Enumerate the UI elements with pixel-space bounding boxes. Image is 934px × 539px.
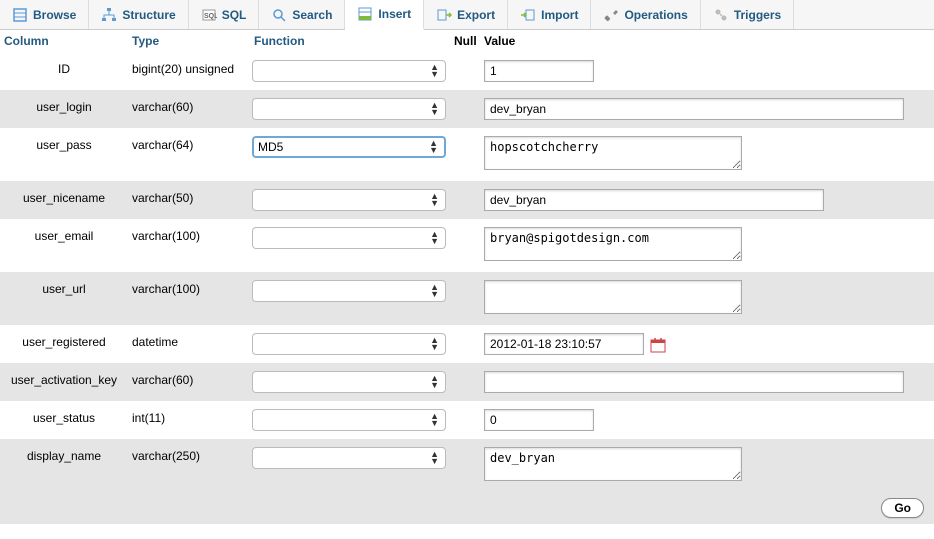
calendar-icon[interactable] bbox=[650, 337, 666, 353]
chevron-updown-icon: ▲▼ bbox=[430, 337, 439, 351]
header-type: Type bbox=[128, 30, 250, 52]
column-type: int(11) bbox=[128, 409, 250, 425]
column-type: varchar(60) bbox=[128, 98, 250, 114]
go-button[interactable]: Go bbox=[881, 498, 924, 518]
chevron-updown-icon: ▲▼ bbox=[430, 413, 439, 427]
tab-bar: Browse Structure SQL SQL Search Insert Export I… bbox=[0, 0, 934, 30]
chevron-updown-icon: ▲▼ bbox=[430, 102, 439, 116]
svg-text:SQL: SQL bbox=[204, 13, 217, 20]
tab-export[interactable]: Export bbox=[424, 0, 508, 29]
column-name: user_email bbox=[0, 227, 128, 243]
chevron-updown-icon: ▲▼ bbox=[429, 140, 438, 154]
table-row: user_statusint(11) ▲▼ bbox=[0, 401, 934, 439]
column-type: datetime bbox=[128, 333, 250, 349]
chevron-updown-icon: ▲▼ bbox=[430, 64, 439, 78]
function-select[interactable]: ▲▼ bbox=[252, 371, 446, 393]
table-row: user_urlvarchar(100) ▲▼ bbox=[0, 272, 934, 325]
triggers-icon bbox=[713, 7, 729, 23]
column-name: user_login bbox=[0, 98, 128, 114]
column-name: display_name bbox=[0, 447, 128, 463]
value-input[interactable]: hopscotchcherry bbox=[484, 136, 742, 170]
operations-icon bbox=[603, 7, 619, 23]
footer-bar: Go bbox=[0, 492, 934, 524]
table-header: Column Type Function Null Value bbox=[0, 30, 934, 52]
value-input[interactable] bbox=[484, 280, 742, 314]
table-row: user_nicenamevarchar(50) ▲▼ bbox=[0, 181, 934, 219]
insert-icon bbox=[357, 6, 373, 22]
header-value: Value bbox=[480, 30, 934, 52]
function-select[interactable]: ▲▼ bbox=[252, 333, 446, 355]
structure-icon bbox=[101, 7, 117, 23]
chevron-updown-icon: ▲▼ bbox=[430, 193, 439, 207]
column-type: varchar(100) bbox=[128, 280, 250, 296]
column-name: user_url bbox=[0, 280, 128, 296]
value-input[interactable] bbox=[484, 371, 904, 393]
function-select[interactable]: ▲▼ bbox=[252, 60, 446, 82]
tab-label: Operations bbox=[624, 8, 687, 22]
tab-sql[interactable]: SQL SQL bbox=[189, 0, 260, 29]
function-select[interactable]: ▲▼ bbox=[252, 227, 446, 249]
value-input[interactable] bbox=[484, 60, 594, 82]
value-input[interactable] bbox=[484, 409, 594, 431]
function-value: MD5 bbox=[258, 140, 283, 154]
tab-import[interactable]: Import bbox=[508, 0, 591, 29]
column-name: user_nicename bbox=[0, 189, 128, 205]
tab-label: Insert bbox=[378, 7, 411, 21]
column-type: varchar(64) bbox=[128, 136, 250, 152]
browse-icon bbox=[12, 7, 28, 23]
column-type: varchar(100) bbox=[128, 227, 250, 243]
value-input[interactable] bbox=[484, 98, 904, 120]
tab-label: Structure bbox=[122, 8, 175, 22]
column-name: user_status bbox=[0, 409, 128, 425]
table-row: display_namevarchar(250) ▲▼ dev_bryan bbox=[0, 439, 934, 492]
column-type: varchar(250) bbox=[128, 447, 250, 463]
function-select[interactable]: ▲▼ bbox=[252, 447, 446, 469]
import-icon bbox=[520, 7, 536, 23]
chevron-updown-icon: ▲▼ bbox=[430, 375, 439, 389]
tab-triggers[interactable]: Triggers bbox=[701, 0, 794, 29]
chevron-updown-icon: ▲▼ bbox=[430, 284, 439, 298]
table-row: user_registereddatetime ▲▼ bbox=[0, 325, 934, 363]
header-column: Column bbox=[0, 30, 128, 52]
function-select[interactable]: MD5 ▲▼ bbox=[252, 136, 446, 158]
header-null: Null bbox=[450, 30, 480, 52]
tab-label: SQL bbox=[222, 8, 247, 22]
function-select[interactable]: ▲▼ bbox=[252, 280, 446, 302]
export-icon bbox=[436, 7, 452, 23]
search-icon bbox=[271, 7, 287, 23]
tab-label: Browse bbox=[33, 8, 76, 22]
column-type: bigint(20) unsigned bbox=[128, 60, 250, 76]
header-function: Function bbox=[250, 30, 450, 52]
table-row: user_passvarchar(64) MD5 ▲▼ hopscotchcherry bbox=[0, 128, 934, 181]
function-select[interactable]: ▲▼ bbox=[252, 98, 446, 120]
value-input[interactable] bbox=[484, 189, 824, 211]
tab-label: Search bbox=[292, 8, 332, 22]
tab-search[interactable]: Search bbox=[259, 0, 345, 29]
table-row: user_activation_keyvarchar(60) ▲▼ bbox=[0, 363, 934, 401]
table-row: user_emailvarchar(100) ▲▼ bryan@spigotdesi… bbox=[0, 219, 934, 272]
column-name: user_registered bbox=[0, 333, 128, 349]
tab-label: Export bbox=[457, 8, 495, 22]
value-input[interactable] bbox=[484, 333, 644, 355]
chevron-updown-icon: ▲▼ bbox=[430, 451, 439, 465]
value-input[interactable]: dev_bryan bbox=[484, 447, 742, 481]
table-row: IDbigint(20) unsigned ▲▼ bbox=[0, 52, 934, 90]
value-input[interactable]: bryan@spigotdesign.com bbox=[484, 227, 742, 261]
column-type: varchar(50) bbox=[128, 189, 250, 205]
tab-structure[interactable]: Structure bbox=[89, 0, 188, 29]
function-select[interactable]: ▲▼ bbox=[252, 189, 446, 211]
table-row: user_loginvarchar(60) ▲▼ bbox=[0, 90, 934, 128]
column-name: user_activation_key bbox=[0, 371, 128, 387]
column-type: varchar(60) bbox=[128, 371, 250, 387]
column-name: ID bbox=[0, 60, 128, 76]
tab-insert[interactable]: Insert bbox=[345, 0, 424, 30]
function-select[interactable]: ▲▼ bbox=[252, 409, 446, 431]
tab-label: Import bbox=[541, 8, 578, 22]
column-name: user_pass bbox=[0, 136, 128, 152]
tab-label: Triggers bbox=[734, 8, 781, 22]
sql-icon: SQL bbox=[201, 7, 217, 23]
tab-operations[interactable]: Operations bbox=[591, 0, 700, 29]
chevron-updown-icon: ▲▼ bbox=[430, 231, 439, 245]
tab-browse[interactable]: Browse bbox=[0, 0, 89, 29]
